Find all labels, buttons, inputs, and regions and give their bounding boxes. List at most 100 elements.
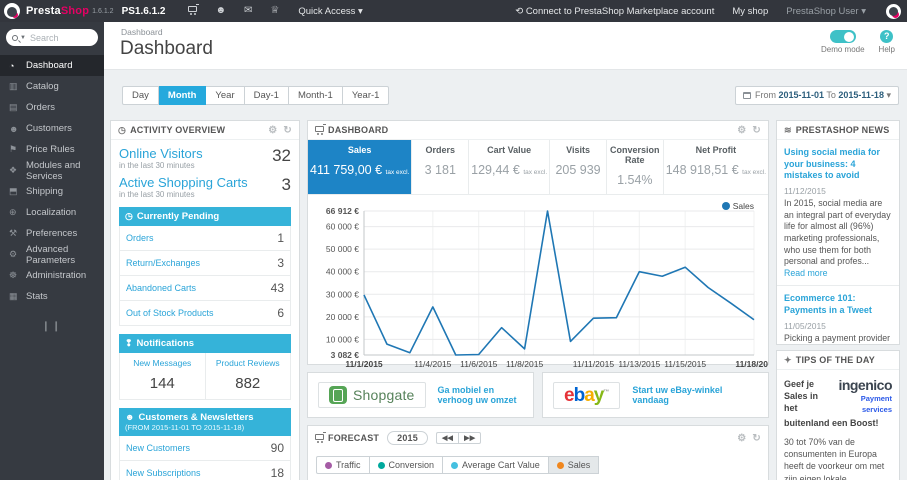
user-avatar[interactable] (886, 3, 901, 19)
tab-label: Conversion (388, 460, 435, 470)
new-customers-link[interactable]: New Customers (126, 443, 190, 453)
kpi-visits[interactable]: Visits 205 939 (550, 140, 607, 194)
quick-access-menu[interactable]: Quick Access ▾ (298, 6, 362, 17)
news-article-title-link[interactable]: Using social media for your business: 4 … (784, 147, 892, 182)
kpi-orders[interactable]: Orders 3 181 (412, 140, 470, 194)
ebay-logo[interactable]: ebay™ (553, 381, 621, 409)
chevron-down-icon: ▾ (886, 90, 891, 100)
tab-conversion[interactable]: Conversion (369, 456, 444, 474)
news-article-title-link[interactable]: Ecommerce 101: Payments in a Tweet (784, 293, 892, 316)
refresh-icon[interactable]: ↻ (752, 433, 761, 444)
breadcrumb[interactable]: Dashboard (121, 27, 163, 37)
online-visitors-sub: in the last 30 minutes (119, 161, 195, 170)
prestashop-news-panel: ≋ PRESTASHOP NEWS Using social media for… (776, 120, 900, 345)
sidebar-item-modules[interactable]: ❖ Modules and Services (0, 160, 104, 182)
orders-link[interactable]: Orders (126, 233, 154, 243)
notifications-title: Notifications (136, 338, 195, 349)
search-scope-caret[interactable]: ▼ (20, 35, 26, 41)
forecast-year-pill: 2015 (387, 431, 428, 445)
sidebar-search[interactable]: ▼ (6, 29, 98, 46)
help-icon[interactable]: ? (880, 30, 894, 43)
sales-dot-icon (556, 461, 564, 469)
svg-text:11/4/2015: 11/4/2015 (414, 359, 451, 369)
cart-icon[interactable] (188, 0, 200, 22)
shopgate-logo[interactable]: Shopgate (318, 382, 426, 408)
gear-icon[interactable]: ⚙ (737, 433, 746, 444)
new-messages-cell: New Messages 144 (120, 353, 205, 399)
sidebar-item-stats[interactable]: ▦ Stats (0, 286, 104, 307)
exclamation-icon: ❢ (125, 338, 133, 348)
dashboard-panel: DASHBOARD ⚙ ↻ Sales 411 759,00 € tax excl.… (307, 120, 773, 369)
new-subscriptions-link[interactable]: New Subscriptions (126, 468, 201, 478)
sales-chart: 66 912 € 60 000 € 50 000 € 40 000 € 30 000 €… (308, 195, 773, 382)
kpi-sales[interactable]: Sales 411 759,00 € tax excl. (308, 140, 413, 194)
kpi-net-profit[interactable]: Net Profit 148 918,51 € tax excl. (664, 140, 768, 194)
sidebar-item-shipping[interactable]: ⬒ Shipping (0, 181, 104, 202)
clock-icon: ◷ (125, 211, 133, 221)
sidebar-item-administration[interactable]: ☸ Administration (0, 265, 104, 286)
gear-icon[interactable]: ⚙ (268, 125, 277, 136)
demo-mode-toggle[interactable] (829, 30, 856, 43)
trophy-icon[interactable]: ♕ (270, 0, 279, 22)
next-year-button[interactable]: ▶▶ (458, 432, 482, 444)
active-carts-link[interactable]: Active Shopping Carts (119, 175, 248, 190)
administration-icon: ☸ (9, 270, 18, 280)
my-shop-link[interactable]: My shop (732, 6, 768, 17)
out-of-stock-link[interactable]: Out of Stock Products (126, 308, 214, 318)
calendar-icon (742, 92, 751, 99)
marketplace-connect-link[interactable]: ⟲ Connect to PrestaShop Marketplace acco… (515, 6, 714, 17)
date-range-picker[interactable]: From 2015-11-01 To 2015-11-18 ▾ (734, 86, 899, 105)
gear-icon[interactable]: ⚙ (737, 125, 746, 136)
tab-traffic[interactable]: Traffic (316, 456, 370, 474)
news-article-date: 11/05/2015 (784, 320, 826, 331)
sidebar-item-price-rules[interactable]: ⚑ Price Rules (0, 139, 104, 160)
shipping-icon: ⬒ (9, 186, 18, 196)
shop-name[interactable]: PS1.6.1.2 (122, 6, 166, 17)
sidebar-item-orders[interactable]: ▤ Orders (0, 97, 104, 118)
filter-month-1-button[interactable]: Month-1 (288, 86, 343, 105)
sidebar-item-label: Shipping (26, 186, 63, 197)
prev-year-button[interactable]: ◀◀ (435, 432, 459, 444)
page-title: Dashboard (120, 38, 213, 59)
sidebar-item-dashboard[interactable]: ◔ Dashboard (0, 55, 104, 76)
customer-icon[interactable]: ☻ (215, 0, 226, 22)
ebay-link[interactable]: Start uw eBay-winkel vandaag (632, 385, 758, 405)
kpi-conversion-rate[interactable]: Conversion Rate 1.54% (607, 140, 664, 194)
sidebar-item-localization[interactable]: ⊕ Localization (0, 202, 104, 223)
tab-sales[interactable]: Sales (548, 456, 600, 474)
filter-day-button[interactable]: Day (122, 86, 159, 105)
product-reviews-link[interactable]: Product Reviews (208, 358, 289, 368)
active-carts-sub: in the last 30 minutes (119, 190, 195, 199)
user-menu[interactable]: PrestaShop User ▾ (786, 6, 866, 17)
prestashop-logo[interactable] (4, 3, 20, 19)
advanced-parameters-icon: ⚙ (9, 249, 18, 259)
envelope-icon[interactable]: ✉ (244, 0, 252, 22)
online-visitors-link[interactable]: Online Visitors (119, 146, 203, 161)
ebay-letter-b: b (573, 384, 586, 406)
filter-month-button[interactable]: Month (158, 86, 207, 105)
refresh-icon[interactable]: ↻ (752, 125, 761, 136)
sidebar: ▼ ◔ Dashboard ▥ Catalog ▤ Orders ☻ Customers… (0, 22, 104, 480)
search-input[interactable] (29, 32, 90, 43)
brand-name[interactable]: PrestaShop (26, 5, 89, 17)
returns-link[interactable]: Return/Exchanges (126, 258, 200, 268)
sidebar-item-customers[interactable]: ☻ Customers (0, 118, 104, 139)
filter-year-1-button[interactable]: Year-1 (342, 86, 390, 105)
chart-legend[interactable]: Sales (721, 201, 754, 211)
tab-average-cart-value[interactable]: Average Cart Value (443, 456, 549, 474)
sidebar-item-preferences[interactable]: ⚒ Preferences (0, 223, 104, 244)
sidebar-collapse-handle[interactable]: ❙❙ (0, 321, 104, 332)
filter-year-button[interactable]: Year (206, 86, 245, 105)
kpi-cart-value[interactable]: Cart Value 129,44 € tax excl. (469, 140, 551, 194)
filter-day-1-button[interactable]: Day-1 (244, 86, 289, 105)
refresh-icon[interactable]: ↻ (283, 125, 292, 136)
brand-shop: Shop (60, 5, 90, 17)
kpi-value: 411 759,00 € (310, 163, 383, 177)
sidebar-item-advanced-parameters[interactable]: ⚙ Advanced Parameters (0, 244, 104, 266)
shopgate-link[interactable]: Ga mobiel en verhoog uw omzet (438, 385, 523, 405)
sidebar-item-catalog[interactable]: ▥ Catalog (0, 76, 104, 97)
abandoned-carts-link[interactable]: Abandoned Carts (126, 283, 196, 293)
read-more-link[interactable]: Read more (784, 268, 828, 278)
new-messages-link[interactable]: New Messages (122, 358, 203, 368)
pending-row-abandoned-carts: Abandoned Carts 43 (119, 276, 291, 301)
